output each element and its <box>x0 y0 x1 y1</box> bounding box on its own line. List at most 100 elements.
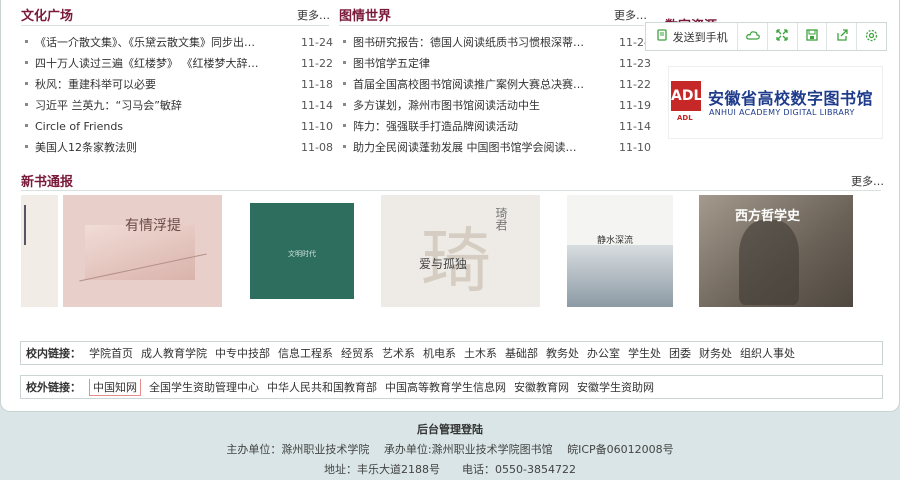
anhui-digital-library-logo[interactable]: ADL ADL 安徽省高校数字图书馆 ANHUI ACADEMY DIGITAL… <box>668 66 883 139</box>
news-item[interactable]: 《话一介散文集》、《乐黛云散文集》同步出… 11-24 <box>25 32 335 53</box>
culture-title: 文化广场 <box>21 9 74 24</box>
news-title[interactable]: 助力全民阅读蓬勃发展 中国图书馆学会阅读… <box>353 137 585 158</box>
news-title[interactable]: 四十万人读过三遍《红楼梦》 《红楼梦大辞… <box>35 53 287 74</box>
library-title: 图情世界 <box>339 9 392 24</box>
news-title[interactable]: 图书馆学五定律 <box>353 53 585 74</box>
book-author: 琦君 <box>494 207 508 231</box>
link-item[interactable]: 办公室 <box>587 345 620 361</box>
link-item[interactable]: 艺术系 <box>382 345 415 361</box>
link-item[interactable]: 基础部 <box>505 345 538 361</box>
link-item[interactable]: 组织人事处 <box>740 345 795 361</box>
internal-links-bar: 校内链接： 学院首页 成人教育学院 中专中技部 信息工程系 经贸系 艺术系 机电系 土木系 基础… <box>20 341 883 365</box>
library-divider <box>339 25 644 26</box>
bullet-icon <box>343 61 346 64</box>
cloud-button[interactable] <box>738 23 768 50</box>
share-button[interactable] <box>827 23 858 50</box>
news-item[interactable]: 图书馆学五定律 11-23 <box>343 53 653 74</box>
culture-news-list: 《话一介散文集》、《乐黛云散文集》同步出… 11-24 四十万人读过三遍《红楼梦》 … <box>25 32 335 158</box>
link-item[interactable]: 学生处 <box>628 345 661 361</box>
news-title[interactable]: 秋风：重建科举可以必要 <box>35 74 287 95</box>
news-item[interactable]: 阵力：强强联手打造品牌阅读活动 11-14 <box>343 116 653 137</box>
news-title[interactable]: 多方谋划，滁州市图书馆阅读活动中生 <box>353 95 585 116</box>
gear-icon <box>865 29 878 45</box>
link-item[interactable]: 财务处 <box>699 345 732 361</box>
news-date: 11-08 <box>301 141 333 154</box>
new-books-more-link[interactable]: 更多… <box>851 173 884 189</box>
culture-divider <box>21 25 329 26</box>
news-title[interactable]: 《话一介散文集》、《乐黛云散文集》同步出… <box>35 32 287 53</box>
expand-icon <box>776 29 788 44</box>
settings-button[interactable] <box>857 23 886 50</box>
culture-more-link[interactable]: 更多… <box>297 7 330 23</box>
footer-address-line: 地址：丰乐大道2188号 电话：0550-3854722 <box>324 463 576 476</box>
link-item[interactable]: 中国高等教育学生信息网 <box>385 379 506 396</box>
bullet-icon <box>343 145 346 148</box>
external-links-bar: 校外链接： 中国知网 全国学生资助管理中心 中华人民共和国教育部 中国高等教育学生信息… <box>20 375 883 399</box>
book-cover[interactable]: 文明时代 <box>250 195 354 307</box>
bullet-icon <box>343 124 346 127</box>
fullscreen-button[interactable] <box>768 23 798 50</box>
bullet-icon <box>25 82 28 85</box>
news-item[interactable]: 美国人12条家教法则 11-08 <box>25 137 335 158</box>
new-books-title: 新书通报 <box>21 175 74 190</box>
library-more-link[interactable]: 更多… <box>614 7 647 23</box>
bullet-icon <box>25 40 28 43</box>
news-title[interactable]: 图书研究报告：德国人阅读纸质书习惯根深蒂… <box>353 32 585 53</box>
news-item[interactable]: 习近平 兰英九：“习马会”敏辞 11-14 <box>25 95 335 116</box>
save-button[interactable] <box>798 23 828 50</box>
news-title[interactable]: 美国人12条家教法则 <box>35 137 287 158</box>
news-date: 11-10 <box>301 120 333 133</box>
book-cover[interactable]: 有情浮提 <box>63 195 222 307</box>
new-books-divider <box>21 190 881 191</box>
bullet-icon <box>25 124 28 127</box>
link-item[interactable]: 中华人民共和国教育部 <box>267 379 377 396</box>
book-cover[interactable]: 西方哲学史 <box>699 195 853 307</box>
news-title[interactable]: 习近平 兰英九：“习马会”敏辞 <box>35 95 287 116</box>
book-title: 文明时代 <box>288 250 316 258</box>
book-cover[interactable]: 静水深流 <box>567 195 673 307</box>
book-title: 爱与孤独 <box>419 257 468 271</box>
link-item[interactable]: 成人教育学院 <box>141 345 207 361</box>
library-news-list: 图书研究报告：德国人阅读纸质书习惯根深蒂… 11-24 图书馆学五定律 11-23 首届… <box>343 32 653 158</box>
link-item[interactable]: 团委 <box>669 345 691 361</box>
news-item[interactable]: Circle of Friends 11-10 <box>25 116 335 137</box>
adl-logo-sub: ADL <box>677 114 693 122</box>
bullet-icon <box>343 103 346 106</box>
news-title[interactable]: 首届全国高校图书馆阅读推广案例大赛总决赛… <box>353 74 585 95</box>
bullet-icon <box>343 82 346 85</box>
book-cover-partial[interactable] <box>21 195 58 307</box>
news-item[interactable]: 图书研究报告：德国人阅读纸质书习惯根深蒂… 11-24 <box>343 32 653 53</box>
book-cover[interactable]: 琦 琦君 爱与孤独 <box>381 195 540 307</box>
link-item[interactable]: 全国学生资助管理中心 <box>149 379 259 396</box>
send-to-phone-button[interactable]: 发送到手机 <box>646 23 739 50</box>
link-item[interactable]: 机电系 <box>423 345 456 361</box>
link-item[interactable]: 信息工程系 <box>278 345 333 361</box>
logo-english-name: ANHUI ACADEMY DIGITAL LIBRARY <box>709 108 855 117</box>
news-item[interactable]: 首届全国高校图书馆阅读推广案例大赛总决赛… 11-22 <box>343 74 653 95</box>
news-date: 11-18 <box>301 78 333 91</box>
bullet-icon <box>25 103 28 106</box>
internal-links-label: 校内链接： <box>26 347 81 360</box>
link-item[interactable]: 土木系 <box>464 345 497 361</box>
internal-links-list: 学院首页 成人教育学院 中专中技部 信息工程系 经贸系 艺术系 机电系 土木系 基础部 教务处 办公… <box>89 345 803 361</box>
news-item[interactable]: 助力全民阅读蓬勃发展 中国图书馆学会阅读… 11-10 <box>343 137 653 158</box>
main-panel: 文化广场 更多… 《话一介散文集》、《乐黛云散文集》同步出… 11-24 四十万人读… <box>0 0 900 412</box>
book-title: 有情浮提 <box>125 218 181 234</box>
news-item[interactable]: 秋风：重建科举可以必要 11-18 <box>25 74 335 95</box>
news-item[interactable]: 四十万人读过三遍《红楼梦》 《红楼梦大辞… 11-22 <box>25 53 335 74</box>
cloud-icon <box>745 29 760 44</box>
news-title[interactable]: Circle of Friends <box>35 116 287 137</box>
link-item[interactable]: 学院首页 <box>89 345 133 361</box>
news-title[interactable]: 阵力：强强联手打造品牌阅读活动 <box>353 116 585 137</box>
news-date: 11-24 <box>301 36 333 49</box>
logo-chinese-name: 安徽省高校数字图书馆 <box>708 89 874 108</box>
link-item[interactable]: 教务处 <box>546 345 579 361</box>
admin-login-link[interactable]: 后台管理登陆 <box>0 420 900 440</box>
link-item[interactable]: 中国知网 <box>89 378 141 396</box>
news-item[interactable]: 多方谋划，滁州市图书馆阅读活动中生 11-19 <box>343 95 653 116</box>
link-item[interactable]: 经贸系 <box>341 345 374 361</box>
link-item[interactable]: 安徽教育网 <box>514 379 569 396</box>
link-item[interactable]: 安徽学生资助网 <box>577 379 654 396</box>
link-item[interactable]: 中专中技部 <box>215 345 270 361</box>
news-date: 11-14 <box>619 120 651 133</box>
